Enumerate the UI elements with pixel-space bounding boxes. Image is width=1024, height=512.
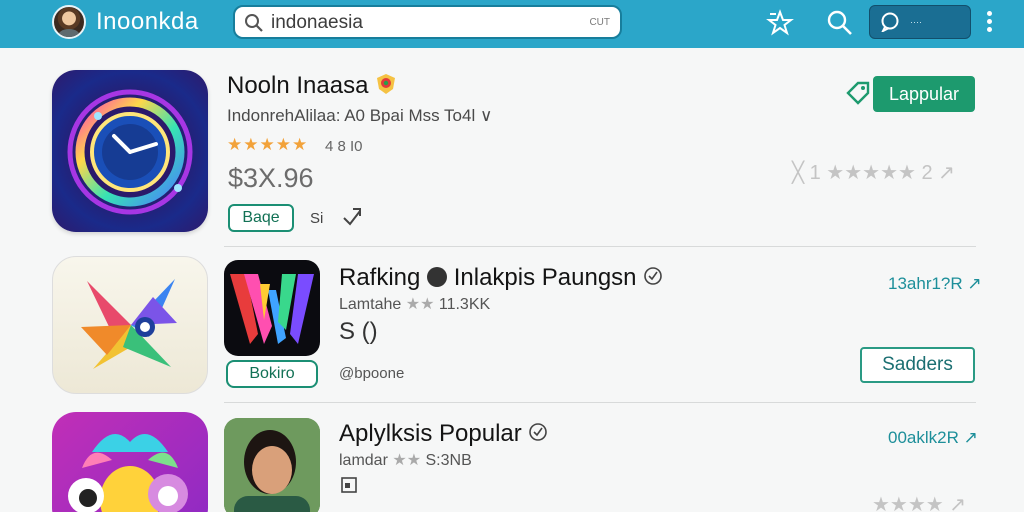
search-input[interactable]: [271, 11, 571, 35]
person-photo: [224, 418, 320, 512]
rating-value: 4 8 I0: [325, 138, 363, 155]
app-title[interactable]: Rafking Inlakpis Paungsn: [339, 264, 663, 292]
chat-button[interactable]: ····: [869, 5, 971, 39]
rank-label[interactable]: 13ahr1?R ↗: [888, 274, 982, 294]
avatar[interactable]: [52, 5, 86, 39]
tag-side-text: Si: [310, 210, 324, 227]
search-icon[interactable]: [826, 9, 854, 37]
tag-icon[interactable]: [845, 80, 871, 106]
app-subtitle: Lamtahe ★★ 11.3KK: [339, 296, 491, 313]
app-thumbnail[interactable]: [224, 260, 320, 356]
app-thumbnail-person[interactable]: [224, 418, 320, 512]
search-hint: CUT: [589, 17, 610, 28]
tag-pill[interactable]: Baqe: [228, 204, 294, 232]
app-price: S (): [339, 318, 378, 345]
tag-pill[interactable]: Bokiro: [226, 360, 318, 388]
pinwheel-icon: [81, 279, 177, 369]
rating-stars: ★★★★★: [227, 135, 309, 154]
bird-icon: [68, 434, 188, 512]
app-title[interactable]: Nooln Inaasa: [227, 72, 397, 100]
rating-row: ╳ 1 ★★★★★ 2 ↗: [792, 162, 955, 184]
app-icon-clock[interactable]: [52, 70, 208, 232]
app-title[interactable]: Aplylksis Popular: [339, 420, 548, 448]
star-add-icon[interactable]: [766, 9, 794, 37]
more-menu-icon[interactable]: [984, 11, 994, 35]
search-icon: [245, 14, 263, 32]
search-bar[interactable]: CUT: [233, 5, 622, 39]
shield-badge-icon: [377, 74, 396, 94]
calendar-icon[interactable]: [340, 476, 358, 494]
check-icon: [644, 267, 662, 285]
w-logo-icon: [230, 274, 314, 344]
app-subtitle: IndonrehAlilaa: A0 Bpai Mss To4l ∨: [227, 106, 493, 125]
top-bar: Inoonkda CUT ····: [0, 0, 1024, 48]
clock-icon: [67, 89, 193, 215]
app-price: $3X.96: [228, 163, 314, 193]
chat-bubble-icon: [881, 12, 899, 32]
divider: [224, 246, 976, 247]
app-brand: Inoonkda: [96, 8, 199, 35]
rating-row: ★★★★ ↗: [872, 494, 967, 512]
app-icon-pinwheel[interactable]: [52, 256, 208, 394]
chat-label: ····: [910, 17, 922, 27]
app-icon-bird[interactable]: [52, 412, 208, 512]
check-icon: [529, 423, 548, 441]
primary-button[interactable]: Lappular: [873, 76, 975, 112]
app-subtitle: lamdar ★★ S:3NB: [339, 452, 472, 469]
rank-label[interactable]: 00aklk2R ↗: [888, 428, 978, 448]
app-handle: @bpoone: [339, 365, 405, 382]
action-button[interactable]: Sadders: [860, 347, 975, 383]
badge-icon: [427, 267, 448, 287]
divider: [224, 402, 976, 403]
share-icon[interactable]: [341, 206, 363, 228]
